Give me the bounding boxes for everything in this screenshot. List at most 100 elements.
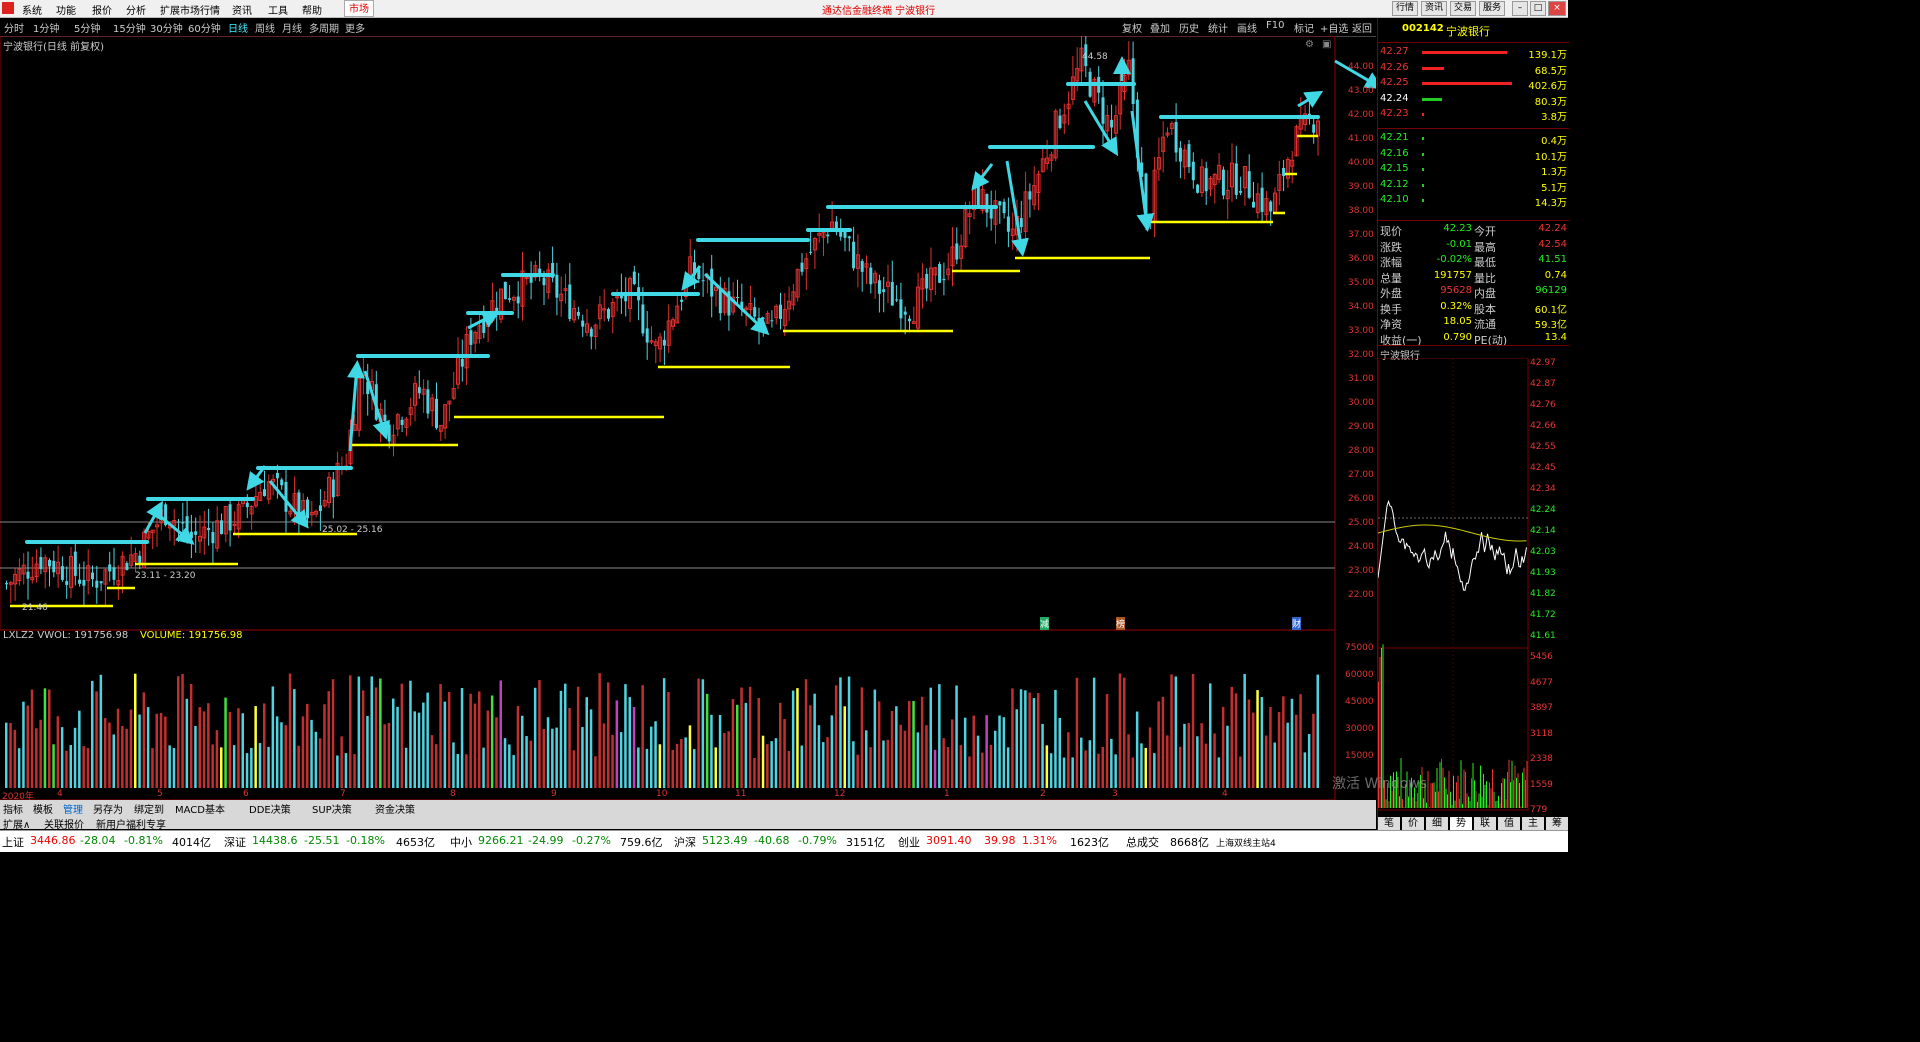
volume-bar bbox=[766, 744, 769, 788]
period-daily[interactable]: 日线 bbox=[228, 20, 248, 35]
close-icon[interactable]: × bbox=[1548, 1, 1566, 16]
menu-news[interactable]: 资讯 bbox=[232, 2, 252, 17]
tool-overlay[interactable]: 叠加 bbox=[1150, 20, 1170, 35]
indicator-tab[interactable]: 模板 bbox=[33, 801, 53, 816]
index-sz-name[interactable]: 深证 bbox=[224, 834, 246, 850]
ask-price[interactable]: 42.23 bbox=[1380, 108, 1409, 119]
menu-function[interactable]: 功能 bbox=[56, 2, 76, 17]
panel-tab[interactable]: 势 bbox=[1450, 817, 1472, 830]
index-cy-name[interactable]: 创业 bbox=[898, 834, 920, 850]
period-more[interactable]: 更多 bbox=[345, 20, 365, 35]
main-chart[interactable] bbox=[0, 36, 1376, 802]
ask-price[interactable]: 42.27 bbox=[1380, 46, 1409, 57]
tool-stats[interactable]: 统计 bbox=[1208, 20, 1228, 35]
market-button[interactable]: 市场 bbox=[344, 0, 374, 17]
intraday-volume-bar bbox=[1426, 802, 1427, 808]
bid-price[interactable]: 42.21 bbox=[1380, 132, 1409, 143]
volume-bar bbox=[1140, 743, 1143, 788]
tool-add-watch[interactable]: +自选 bbox=[1320, 20, 1348, 35]
indicator-tab[interactable]: 资金决策 bbox=[375, 801, 415, 816]
candle-body bbox=[426, 389, 430, 414]
intraday-volume-bar bbox=[1495, 801, 1496, 808]
ask-price[interactable]: 42.24 bbox=[1380, 93, 1409, 104]
period-30min[interactable]: 30分钟 bbox=[150, 20, 183, 35]
menu-help[interactable]: 帮助 bbox=[302, 2, 322, 17]
indicator-tabs: 指标 模板 管理 另存为 绑定到 MACD基本 DDE决策 SUP决策 资金决策 bbox=[0, 800, 1376, 816]
panel-tab[interactable]: 筹 bbox=[1546, 817, 1568, 830]
intraday-volume-bar bbox=[1448, 770, 1450, 808]
volume-bar bbox=[714, 747, 717, 788]
period-1min[interactable]: 1分钟 bbox=[33, 20, 59, 35]
indicator-tab[interactable]: 绑定到 bbox=[134, 801, 164, 816]
candle-body bbox=[1204, 168, 1208, 192]
tool-back[interactable]: 返回 bbox=[1352, 20, 1372, 35]
trade-window-button[interactable]: 交易 bbox=[1450, 1, 1476, 16]
volume-bar bbox=[1071, 757, 1074, 788]
indicator-tab[interactable]: MACD基本 bbox=[175, 801, 225, 816]
period-5min[interactable]: 5分钟 bbox=[74, 20, 100, 35]
maximize-icon[interactable]: □ bbox=[1530, 1, 1546, 16]
service-window-button[interactable]: 服务 bbox=[1479, 1, 1505, 16]
panel-tab[interactable]: 联 bbox=[1474, 817, 1496, 830]
extension-tab[interactable]: 关联报价 bbox=[44, 816, 84, 831]
volume-bar bbox=[495, 717, 498, 788]
volume-bar bbox=[95, 691, 98, 788]
indicator-tab[interactable]: 管理 bbox=[63, 801, 83, 816]
index-sz-chg: -25.51 bbox=[304, 834, 340, 847]
candle-body bbox=[460, 359, 464, 367]
tool-history[interactable]: 历史 bbox=[1179, 20, 1199, 35]
extension-tab[interactable]: 扩展∧ bbox=[3, 816, 30, 831]
candle-body bbox=[1028, 191, 1032, 200]
quote-window-button[interactable]: 行情 bbox=[1392, 1, 1418, 16]
index-hs-name[interactable]: 沪深 bbox=[674, 834, 696, 850]
menu-analysis[interactable]: 分析 bbox=[126, 2, 146, 17]
menu-ext-market[interactable]: 扩展市场行情 bbox=[160, 2, 220, 17]
volume-bar bbox=[228, 711, 232, 788]
period-multi[interactable]: 多周期 bbox=[309, 20, 339, 35]
tool-adjust[interactable]: 复权 bbox=[1122, 20, 1142, 35]
tool-draw[interactable]: 画线 bbox=[1237, 20, 1257, 35]
panel-tab[interactable]: 细 bbox=[1426, 817, 1448, 830]
event-marker-reduce[interactable]: 减 bbox=[1040, 617, 1050, 630]
volume-bar bbox=[684, 737, 687, 788]
news-window-button[interactable]: 资讯 bbox=[1421, 1, 1447, 16]
period-monthly[interactable]: 月线 bbox=[282, 20, 302, 35]
intraday-volume-bar bbox=[1520, 806, 1522, 808]
tool-mark[interactable]: 标记 bbox=[1294, 20, 1314, 35]
ask-price[interactable]: 42.25 bbox=[1380, 77, 1409, 88]
bid-price[interactable]: 42.16 bbox=[1380, 148, 1409, 159]
tool-f10[interactable]: F10 bbox=[1266, 20, 1284, 31]
indicator-tab[interactable]: SUP决策 bbox=[312, 801, 352, 816]
indicator-tab[interactable]: 另存为 bbox=[93, 801, 123, 816]
indicator-tab[interactable]: 指标 bbox=[3, 801, 23, 816]
index-sh-name[interactable]: 上证 bbox=[2, 834, 24, 850]
panel-tab[interactable]: 笔 bbox=[1378, 817, 1400, 830]
candle-body bbox=[1312, 124, 1316, 133]
panel-tab[interactable]: 价 bbox=[1402, 817, 1424, 830]
candle-body bbox=[232, 523, 237, 526]
server-name[interactable]: 上海双线主站4 bbox=[1216, 836, 1276, 849]
bid-price[interactable]: 42.15 bbox=[1380, 163, 1409, 174]
bid-price[interactable]: 42.10 bbox=[1380, 194, 1409, 205]
panel-tab[interactable]: 主 bbox=[1522, 817, 1544, 830]
event-marker-rank[interactable]: 榜 bbox=[1116, 617, 1126, 630]
volume-bar bbox=[168, 745, 171, 788]
minimize-icon[interactable]: – bbox=[1512, 1, 1528, 16]
ask-price[interactable]: 42.26 bbox=[1380, 62, 1409, 73]
extension-tab[interactable]: 新用户福利专享 bbox=[96, 816, 166, 831]
period-60min[interactable]: 60分钟 bbox=[188, 20, 221, 35]
menu-tools[interactable]: 工具 bbox=[268, 2, 288, 17]
period-weekly[interactable]: 周线 bbox=[255, 20, 275, 35]
panel-tab[interactable]: 值 bbox=[1498, 817, 1520, 830]
volume-bar bbox=[568, 708, 571, 788]
volume-bar bbox=[869, 747, 872, 788]
menu-quote[interactable]: 报价 bbox=[92, 2, 112, 17]
period-fenshi[interactable]: 分时 bbox=[4, 20, 24, 35]
period-15min[interactable]: 15分钟 bbox=[113, 20, 146, 35]
index-zx-name[interactable]: 中小 bbox=[450, 834, 472, 850]
volume-bar bbox=[1144, 747, 1147, 788]
menu-system[interactable]: 系统 bbox=[22, 2, 42, 17]
event-marker-finance[interactable]: 财 bbox=[1292, 617, 1302, 630]
indicator-tab[interactable]: DDE决策 bbox=[249, 801, 291, 816]
bid-price[interactable]: 42.12 bbox=[1380, 179, 1409, 190]
